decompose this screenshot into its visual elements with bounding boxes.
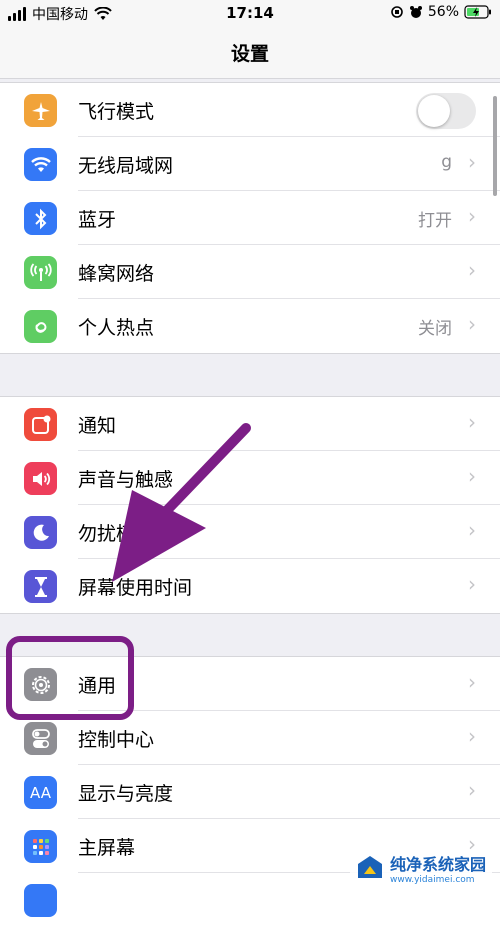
home-grid-icon [24,830,57,863]
hotspot-value: 关闭 [418,319,452,339]
row-wifi[interactable]: 无线局域网 g › [0,137,500,191]
sound-icon [24,462,57,495]
chevron-right-icon: › [468,670,476,694]
row-screen-time[interactable]: 屏幕使用时间 › [0,559,500,613]
watermark-url: www.yidaimei.com [389,875,475,885]
screen-time-label: 屏幕使用时间 [78,577,193,599]
hotspot-icon [24,310,57,343]
chevron-right-icon: › [468,724,476,748]
hourglass-icon [24,570,57,603]
row-do-not-disturb[interactable]: 勿扰模式 › [0,505,500,559]
chevron-right-icon: › [468,150,476,174]
bluetooth-label: 蓝牙 [78,209,117,231]
watermark-logo-icon [357,856,382,878]
row-display-brightness[interactable]: AA 显示与亮度 › [0,765,500,819]
chevron-right-icon: › [468,410,476,434]
alarm-icon [409,6,422,18]
watermark-brand: 纯净系统家园 [389,855,486,874]
status-bar: 中国移动 17:14 56% [0,0,500,28]
airplane-mode-toggle[interactable] [416,93,476,129]
display-brightness-label: 显示与亮度 [78,783,174,805]
chevron-right-icon: › [468,572,476,596]
sounds-label: 声音与触感 [78,469,174,491]
toggle-knob [418,95,450,127]
cellular-label: 蜂窝网络 [78,263,155,285]
row-airplane-mode[interactable]: 飞行模式 [0,83,500,137]
highlight-box-general [6,636,134,720]
do-not-disturb-label: 勿扰模式 [78,523,155,545]
switches-icon [24,722,57,755]
chevron-right-icon: › [468,518,476,542]
chevron-right-icon: › [468,204,476,228]
row-sounds-haptics[interactable]: 声音与触感 › [0,451,500,505]
hotspot-label: 个人热点 [78,317,155,339]
bluetooth-icon [24,202,57,235]
wifi-icon [24,148,57,181]
orientation-lock-icon [391,6,403,18]
moon-icon [24,516,57,549]
text-size-icon: AA [24,776,57,809]
nav-bar: 设置 [0,28,500,79]
chevron-right-icon: › [468,312,476,336]
wifi-value: g [441,152,452,172]
notifications-label: 通知 [78,415,117,437]
row-cellular[interactable]: 蜂窝网络 › [0,245,500,299]
wifi-label: 无线局域网 [78,155,174,177]
chevron-right-icon: › [468,464,476,488]
home-screen-label: 主屏幕 [78,837,136,859]
text-size-icon-glyph: AA [30,783,51,802]
control-center-label: 控制中心 [78,729,155,751]
scrollbar[interactable] [493,96,497,196]
row-bluetooth[interactable]: 蓝牙 打开 › [0,191,500,245]
chevron-right-icon: › [468,778,476,802]
row-hotspot[interactable]: 个人热点 关闭 › [0,299,500,353]
watermark: 纯净系统家园 www.yidaimei.com [349,849,492,887]
airplane-icon [24,94,57,127]
row-notifications[interactable]: 通知 › [0,397,500,451]
cellular-icon [24,256,57,289]
notifications-icon [24,408,57,441]
status-right: 56% [390,4,492,20]
battery-percent: 56% [427,4,459,20]
chevron-right-icon: › [468,258,476,282]
airplane-mode-label: 飞行模式 [78,101,155,123]
page-title: 设置 [230,43,269,65]
battery-charging-icon [464,5,491,19]
settings-group-notifications: 通知 › 声音与触感 › 勿扰模式 › 屏幕使用时间 › [0,396,500,614]
bluetooth-value: 打开 [418,211,452,231]
settings-group-connectivity: 飞行模式 无线局域网 g › 蓝牙 打开 › 蜂窝网络 › 个人热点 关闭 › [0,82,500,354]
